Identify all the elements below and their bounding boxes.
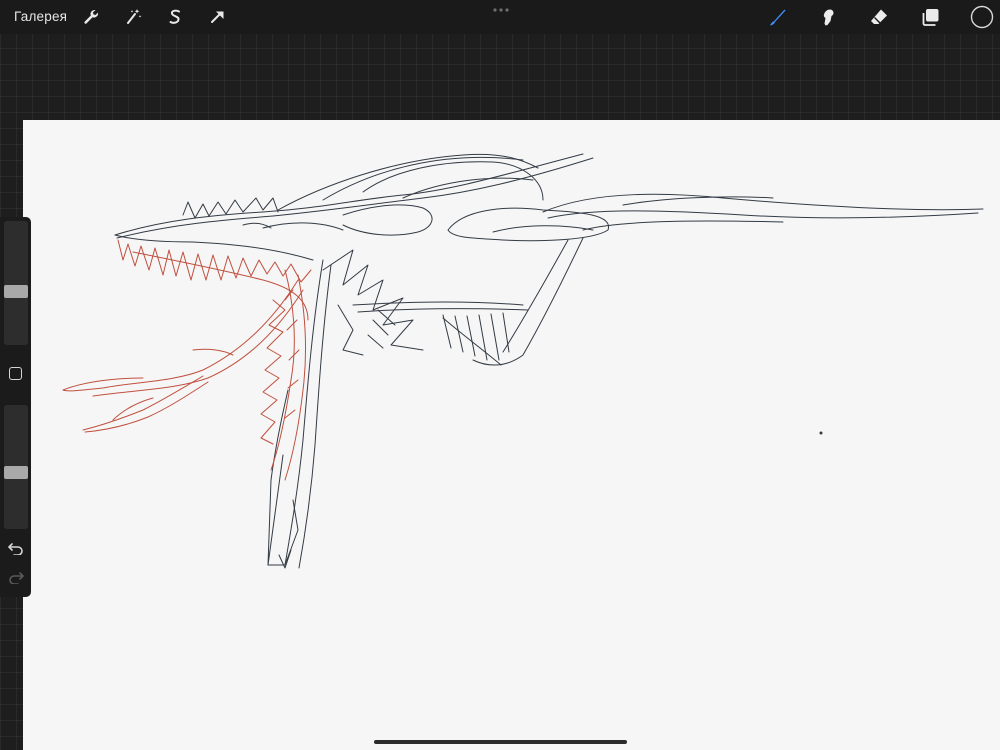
brush-size-handle[interactable] <box>4 285 28 299</box>
undo-icon[interactable] <box>8 541 24 555</box>
dragon-sketch <box>62 153 984 569</box>
magic-wand-icon[interactable] <box>122 6 144 28</box>
transform-arrow-icon[interactable] <box>206 6 228 28</box>
sketch-lines <box>114 153 984 569</box>
wrench-icon[interactable] <box>80 6 102 28</box>
smudge-icon[interactable] <box>817 6 839 28</box>
gallery-button[interactable]: Галерея <box>14 9 67 24</box>
drag-handle-icon[interactable] <box>492 7 510 13</box>
opacity-handle[interactable] <box>4 466 28 480</box>
left-sidebar <box>0 217 31 597</box>
top-toolbar: Галерея <box>0 0 1000 34</box>
sketch-lines-red <box>62 239 312 481</box>
modify-square-icon[interactable] <box>9 367 22 380</box>
color-circle-icon[interactable] <box>970 5 994 29</box>
eraser-icon[interactable] <box>868 6 890 28</box>
home-indicator[interactable] <box>374 740 627 744</box>
brush-icon[interactable] <box>766 6 788 28</box>
brush-size-slider[interactable] <box>4 221 28 345</box>
layers-icon[interactable] <box>920 6 942 28</box>
redo-icon[interactable] <box>8 570 24 584</box>
drawing-canvas[interactable] <box>23 120 1000 750</box>
selection-s-icon[interactable] <box>164 6 186 28</box>
